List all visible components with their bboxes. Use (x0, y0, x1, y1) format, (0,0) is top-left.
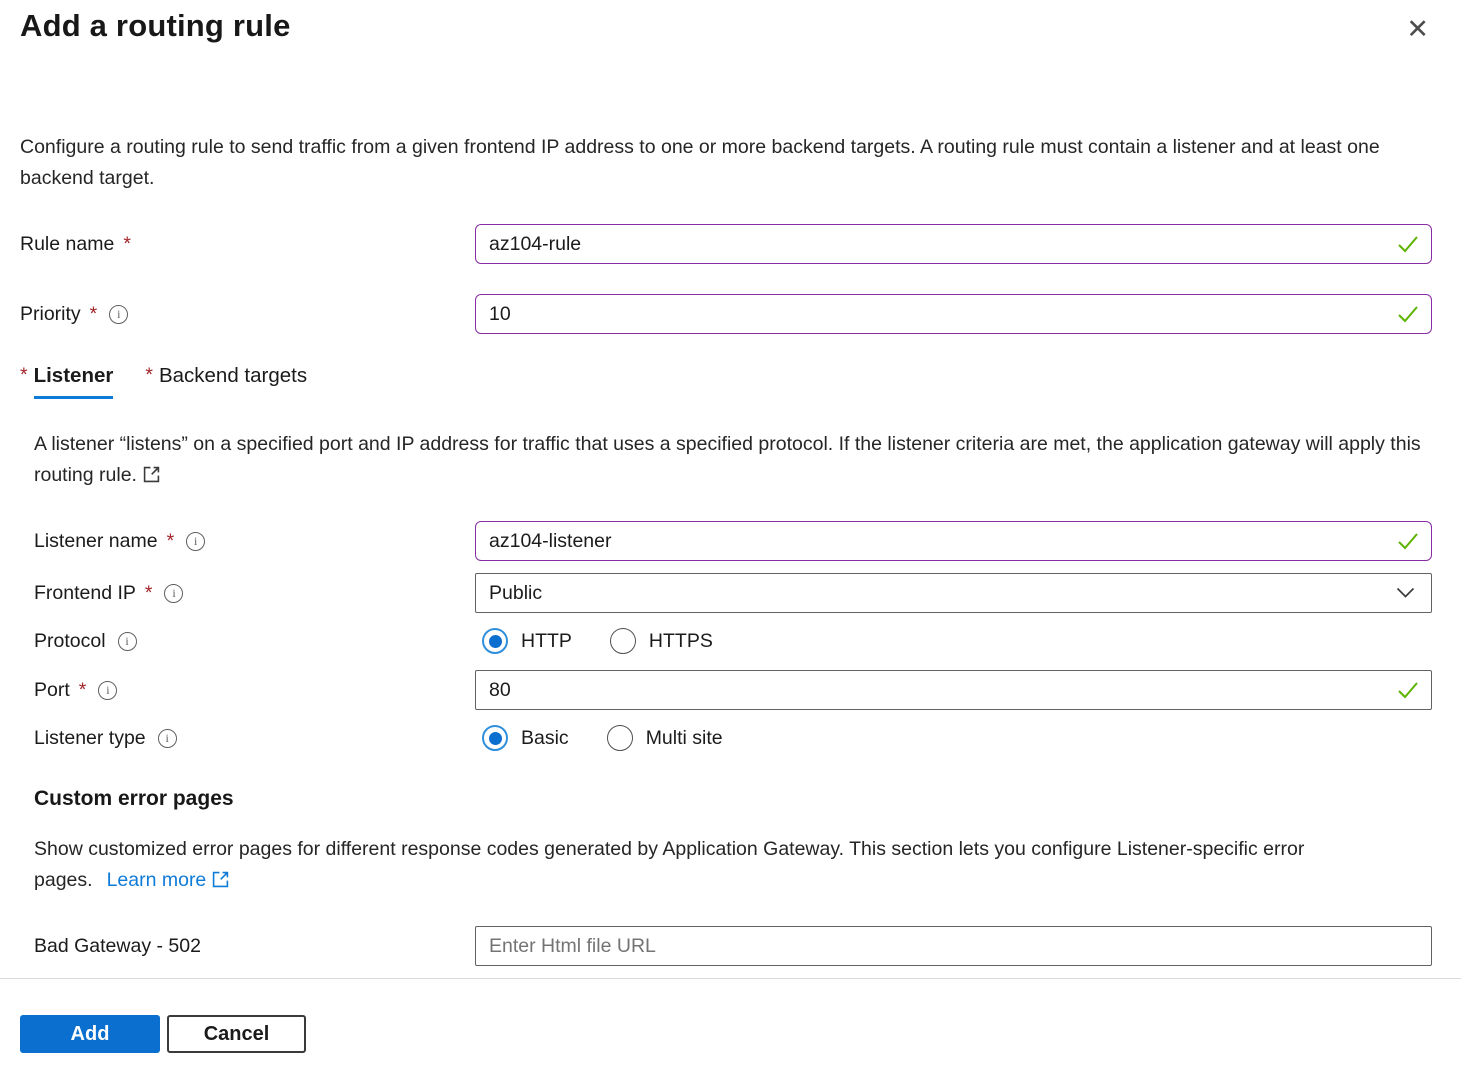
radio-selected-icon (482, 725, 508, 751)
listener-type-row: Listener type i Basic Multi site (34, 723, 1432, 753)
valid-check-icon (1397, 532, 1419, 550)
listener-name-row: Listener name * i (34, 521, 1432, 561)
protocol-row: Protocol i HTTP HTTPS (34, 626, 1432, 656)
chevron-down-icon (1396, 587, 1415, 599)
frontend-ip-row: Frontend IP * i Public (34, 573, 1432, 613)
custom-error-pages-description: Show customized error pages for differen… (34, 834, 1386, 896)
listener-type-basic-option[interactable]: Basic (482, 725, 569, 751)
required-asterisk: * (145, 582, 153, 605)
tab-listener[interactable]: * Listener (20, 364, 113, 399)
listener-type-basic-label: Basic (521, 727, 569, 750)
info-icon[interactable]: i (98, 681, 117, 700)
valid-check-icon (1397, 305, 1419, 323)
page-title: Add a routing rule (20, 8, 1432, 44)
protocol-http-option[interactable]: HTTP (482, 628, 572, 654)
info-icon[interactable]: i (164, 584, 183, 603)
listener-type-multi-site-option[interactable]: Multi site (607, 725, 723, 751)
priority-label: Priority (20, 303, 81, 326)
radio-unselected-icon (607, 725, 633, 751)
required-asterisk: * (167, 530, 175, 553)
tab-listener-label: Listener (34, 364, 114, 399)
dialog-footer: Add Cancel (0, 978, 1461, 1067)
bad-gateway-row: Bad Gateway - 502 (34, 926, 1432, 966)
protocol-https-label: HTTPS (649, 630, 713, 653)
listener-description-text: A listener “listens” on a specified port… (34, 433, 1421, 486)
valid-check-icon (1397, 681, 1419, 699)
rule-name-label: Rule name (20, 233, 114, 256)
required-asterisk: * (20, 364, 28, 399)
tab-backend-targets[interactable]: * Backend targets (145, 364, 307, 399)
frontend-ip-selected-value: Public (489, 582, 542, 605)
info-icon[interactable]: i (158, 729, 177, 748)
info-icon[interactable]: i (118, 632, 137, 651)
listener-type-multi-site-label: Multi site (646, 727, 723, 750)
radio-unselected-icon (610, 628, 636, 654)
protocol-http-label: HTTP (521, 630, 572, 653)
required-asterisk: * (123, 233, 131, 256)
external-link-icon[interactable] (212, 871, 229, 888)
protocol-https-option[interactable]: HTTPS (610, 628, 713, 654)
bad-gateway-label: Bad Gateway - 502 (34, 935, 201, 958)
listener-type-label: Listener type (34, 727, 146, 750)
info-icon[interactable]: i (109, 305, 128, 324)
valid-check-icon (1397, 235, 1419, 253)
required-asterisk: * (79, 679, 87, 702)
port-label: Port (34, 679, 70, 702)
info-icon[interactable]: i (186, 532, 205, 551)
custom-error-pages-heading: Custom error pages (34, 787, 1432, 811)
tab-bar: * Listener * Backend targets (20, 364, 1432, 399)
intro-text: Configure a routing rule to send traffic… (20, 132, 1398, 194)
port-row: Port * i (34, 670, 1432, 710)
dialog-content: Add a routing rule ✕ Configure a routing… (0, 0, 1461, 978)
close-icon[interactable]: ✕ (1406, 16, 1429, 43)
priority-input[interactable] (475, 294, 1432, 334)
listener-type-radio-group: Basic Multi site (475, 725, 1432, 751)
frontend-ip-select[interactable]: Public (475, 573, 1432, 613)
protocol-label: Protocol (34, 630, 106, 653)
listener-name-input[interactable] (475, 521, 1432, 561)
priority-row: Priority * i (20, 294, 1432, 334)
bad-gateway-url-input[interactable] (475, 926, 1432, 966)
cancel-button[interactable]: Cancel (167, 1015, 306, 1053)
listener-name-label: Listener name (34, 530, 158, 553)
rule-name-row: Rule name * (20, 224, 1432, 264)
external-link-icon[interactable] (143, 466, 160, 483)
listener-description: A listener “listens” on a specified port… (34, 429, 1426, 491)
tab-backend-targets-label: Backend targets (159, 364, 307, 399)
learn-more-link[interactable]: Learn more (107, 869, 207, 891)
listener-section: Listener name * i Frontend IP * i Public (34, 521, 1432, 753)
required-asterisk: * (145, 364, 153, 399)
frontend-ip-label: Frontend IP (34, 582, 136, 605)
rule-name-input[interactable] (475, 224, 1432, 264)
radio-selected-icon (482, 628, 508, 654)
protocol-radio-group: HTTP HTTPS (475, 628, 1432, 654)
add-button[interactable]: Add (20, 1015, 160, 1053)
required-asterisk: * (90, 303, 98, 326)
port-input[interactable] (475, 670, 1432, 710)
